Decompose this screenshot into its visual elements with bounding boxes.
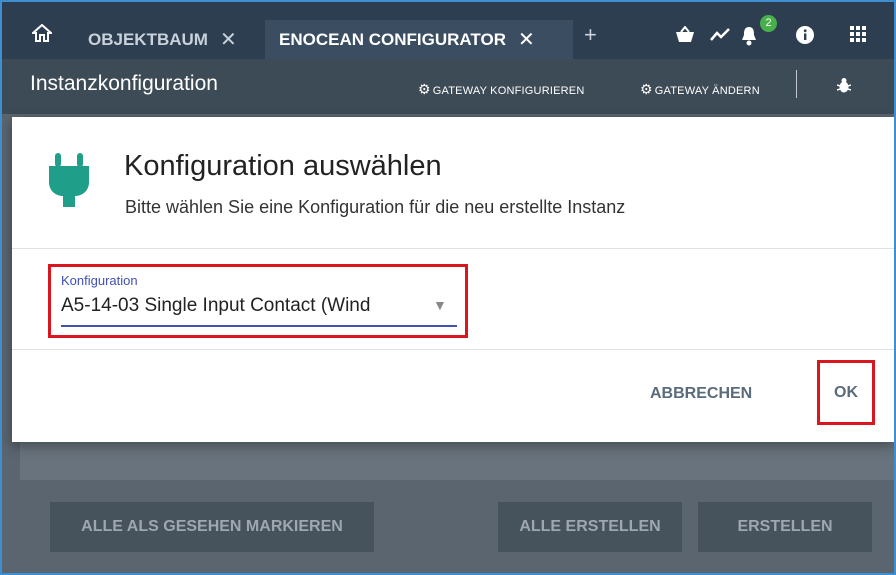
- instance-header: Instanzkonfiguration ⚙ GATEWAY KONFIGURIE…: [2, 59, 894, 114]
- cancel-button[interactable]: ABBRECHEN: [650, 385, 752, 403]
- app-frame: OBJEKTBAUM ✕ ENOCEAN CONFIGURATOR ✕ + 2 …: [0, 0, 896, 575]
- tab-label: ENOCEAN CONFIGURATOR: [279, 29, 506, 49]
- configuration-select[interactable]: Konfiguration A5-14-03 Single Input Cont…: [48, 264, 468, 338]
- create-all-button: ALLE ERSTELLEN: [498, 502, 682, 552]
- tab-label: OBJEKTBAUM: [88, 29, 208, 49]
- divider: [796, 70, 797, 98]
- tab-objektbaum[interactable]: OBJEKTBAUM ✕: [88, 20, 237, 59]
- home-icon[interactable]: [30, 23, 54, 48]
- field-underline: [61, 325, 457, 327]
- divider: [12, 248, 894, 249]
- chart-icon[interactable]: [710, 26, 730, 47]
- chevron-down-icon[interactable]: ▼: [433, 297, 447, 313]
- close-icon[interactable]: ✕: [518, 27, 535, 52]
- info-icon[interactable]: [796, 26, 814, 49]
- basket-icon[interactable]: [674, 25, 696, 49]
- gateway-configure-button[interactable]: ⚙ GATEWAY KONFIGURIEREN: [418, 81, 584, 98]
- page-title: Instanzkonfiguration: [30, 72, 218, 95]
- plug-icon: [46, 152, 92, 213]
- notification-badge: 2: [760, 15, 777, 32]
- configuration-label: Konfiguration: [61, 273, 138, 288]
- tab-enocean-configurator[interactable]: ENOCEAN CONFIGURATOR ✕: [265, 20, 573, 59]
- configuration-value: A5-14-03 Single Input Contact (Wind: [61, 295, 371, 316]
- top-tab-bar: OBJEKTBAUM ✕ ENOCEAN CONFIGURATOR ✕ + 2: [2, 2, 894, 59]
- ok-button[interactable]: OK: [817, 360, 875, 425]
- bell-icon[interactable]: [740, 26, 758, 51]
- dialog-title: Konfiguration auswählen: [124, 150, 442, 182]
- gear-icon: ⚙: [418, 81, 431, 97]
- add-tab-icon[interactable]: +: [584, 22, 597, 48]
- dialog-subtitle: Bitte wählen Sie eine Konfiguration für …: [125, 197, 626, 217]
- create-button: ERSTELLEN: [698, 502, 872, 552]
- gateway-change-button[interactable]: ⚙ GATEWAY ÄNDERN: [640, 81, 760, 98]
- mark-all-seen-button: ALLE ALS GESEHEN MARKIEREN: [50, 502, 374, 552]
- gateway-change-label: GATEWAY ÄNDERN: [654, 85, 760, 97]
- gateway-configure-label: GATEWAY KONFIGURIEREN: [432, 85, 585, 97]
- close-icon[interactable]: ✕: [220, 27, 237, 52]
- configuration-dialog: Konfiguration auswählen Bitte wählen Sie…: [12, 117, 894, 442]
- divider: [12, 349, 894, 350]
- gear-icon: ⚙: [640, 81, 653, 97]
- apps-icon[interactable]: [850, 26, 866, 47]
- bug-icon[interactable]: [836, 77, 852, 98]
- background-panel: [20, 442, 894, 480]
